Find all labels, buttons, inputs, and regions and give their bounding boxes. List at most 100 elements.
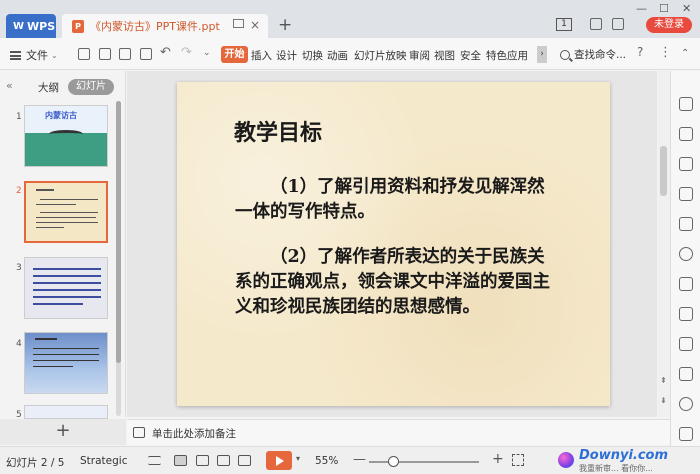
share-icon[interactable] xyxy=(679,307,693,321)
zoom-in-button[interactable]: + xyxy=(492,451,504,467)
watermark-subtext: 我重新审... 看你你... xyxy=(579,464,653,473)
zoom-level[interactable]: 55% xyxy=(315,455,338,467)
tab-start[interactable]: 开始 xyxy=(221,46,248,63)
slide-counter: 幻灯片 2 / 5 xyxy=(6,457,65,469)
slide-thumbnail-4[interactable] xyxy=(24,332,108,394)
thumbnail-scroll-thumb[interactable] xyxy=(116,101,121,363)
close-window-icon[interactable]: ✕ xyxy=(682,2,691,15)
bookmark-icon[interactable] xyxy=(679,427,693,441)
slide-thumbnail-2[interactable] xyxy=(24,181,108,243)
normal-view-icon[interactable] xyxy=(174,455,187,466)
slide-thumbnail-5[interactable] xyxy=(24,405,108,419)
window-count-badge[interactable]: 1 xyxy=(556,18,572,31)
thumb-number: 2 xyxy=(16,186,22,196)
tab-slideshow[interactable]: 幻灯片放映 xyxy=(354,48,407,63)
zoom-slider-handle[interactable] xyxy=(387,456,399,467)
wps-logo-icon: W xyxy=(13,20,25,32)
tab-outline[interactable]: 大纲 xyxy=(38,80,59,95)
slide-title[interactable]: 教学目标 xyxy=(234,115,322,147)
tab-animation[interactable]: 动画 xyxy=(327,48,348,63)
slides-panel: « 大纲 幻灯片 1 内蒙访古 2 3 4 5 xyxy=(0,71,126,420)
tab-insert[interactable]: 插入 xyxy=(251,48,272,63)
pin-icon[interactable] xyxy=(679,97,693,111)
tab-review[interactable]: 审阅 xyxy=(409,48,430,63)
ppt-file-icon: P xyxy=(72,19,84,33)
zoom-out-button[interactable]: — xyxy=(353,452,366,467)
file-menu-label: 文件 xyxy=(26,49,48,62)
fit-window-icon[interactable] xyxy=(512,454,524,466)
prev-slide-icon[interactable]: ⇞ xyxy=(660,376,667,385)
canvas-scrollbar[interactable]: ⇞ ⇟ xyxy=(658,71,670,417)
new-tab-button[interactable]: + xyxy=(278,15,292,35)
eagle-image xyxy=(49,130,83,138)
watermark: Downyi.com 我重新审... 看你你... xyxy=(555,446,700,474)
window-mode-icon[interactable] xyxy=(233,19,244,28)
wps-home-tab[interactable]: W WPS xyxy=(6,14,56,38)
login-button[interactable]: 未登录 xyxy=(646,17,692,33)
tab-design[interactable]: 设计 xyxy=(276,48,297,63)
next-slide-icon[interactable]: ⇟ xyxy=(660,396,667,405)
slide-paragraph-2: （2）了解作者所表达的关于民族关系的正确观点，领会课文中洋溢的爱国主义和珍视民族… xyxy=(235,247,550,317)
more-options-icon[interactable]: ⋮ xyxy=(659,45,672,60)
thumb-number: 3 xyxy=(16,263,22,273)
tab-transition[interactable]: 切换 xyxy=(302,48,323,63)
slide-canvas: 教学目标 （1）了解引用资料和抒发见解浑然一体的写作特点。 （2）了解作者所表达… xyxy=(127,71,657,417)
star-icon[interactable] xyxy=(679,247,693,261)
file-menu-button[interactable]: 文件 ⌄ xyxy=(10,47,58,63)
presenter-view-icon[interactable] xyxy=(238,455,251,466)
hamburger-icon xyxy=(10,50,21,60)
export-pdf-icon[interactable] xyxy=(99,48,111,60)
redo-icon[interactable]: ↷ xyxy=(181,45,192,60)
tab-security[interactable]: 安全 xyxy=(460,48,481,63)
close-tab-icon[interactable]: × xyxy=(250,18,260,32)
copy-style-icon[interactable] xyxy=(679,157,693,171)
tab-features[interactable]: 特色应用 xyxy=(486,48,528,63)
undo-icon[interactable]: ↶ xyxy=(160,45,171,60)
canvas-scroll-thumb[interactable] xyxy=(660,146,667,196)
save-icon[interactable] xyxy=(78,48,90,60)
speaker-icon[interactable] xyxy=(679,367,693,381)
document-title: 《内蒙访古》PPT课件.ppt xyxy=(90,20,220,33)
minimize-icon[interactable]: — xyxy=(636,2,647,15)
slide-thumbnail-3[interactable] xyxy=(24,257,108,319)
notes-bar[interactable]: 单击此处添加备注 xyxy=(127,419,670,445)
settings-sliders-icon[interactable] xyxy=(679,187,693,201)
notes-placeholder: 单击此处添加备注 xyxy=(152,428,236,440)
ribbon-scroll-button[interactable]: › xyxy=(537,46,547,63)
zoom-slider[interactable] xyxy=(369,461,479,463)
print-icon[interactable] xyxy=(119,48,131,60)
document-tab[interactable]: P 《内蒙访古》PPT课件.ppt × xyxy=(62,14,268,38)
watermark-logo xyxy=(558,452,574,468)
notes-icon xyxy=(133,427,145,438)
search-icon xyxy=(560,49,570,60)
archive-icon[interactable] xyxy=(679,277,693,291)
panel-tabs: « 大纲 幻灯片 xyxy=(0,71,126,99)
title-bar: W WPS P 《内蒙访古》PPT课件.ppt × + 1 未登录 — ☐ ✕ xyxy=(0,0,700,38)
shirt-icon[interactable] xyxy=(612,18,624,30)
slide-thumbnail-1[interactable]: 内蒙访古 xyxy=(24,105,108,167)
command-search[interactable]: 查找命令... xyxy=(560,47,626,62)
slide-sorter-icon[interactable] xyxy=(196,455,209,466)
help-icon[interactable]: ? xyxy=(637,45,643,59)
image-library-icon[interactable] xyxy=(679,217,693,231)
add-slide-button[interactable]: + xyxy=(0,419,126,445)
current-slide[interactable]: 教学目标 （1）了解引用资料和抒发见解浑然一体的写作特点。 （2）了解作者所表达… xyxy=(177,82,610,406)
object-properties-icon[interactable] xyxy=(679,127,693,141)
picture-icon[interactable] xyxy=(679,337,693,351)
ribbon: 文件 ⌄ ↶ ↷ ⌄ 开始 插入 设计 切换 动画 幻灯片放映 审阅 视图 安全… xyxy=(0,38,700,70)
play-slideshow-button[interactable] xyxy=(266,451,292,470)
watermark-brand: Downyi.com xyxy=(579,448,669,463)
maximize-icon[interactable]: ☐ xyxy=(659,2,669,15)
clock-icon[interactable] xyxy=(679,397,693,411)
quick-access-more-icon[interactable]: ⌄ xyxy=(203,48,211,58)
tab-slides[interactable]: 幻灯片 xyxy=(68,79,114,95)
collapse-panel-icon[interactable]: « xyxy=(6,79,13,92)
reading-view-icon[interactable] xyxy=(217,455,230,466)
print-preview-icon[interactable] xyxy=(140,48,152,60)
skin-icon[interactable] xyxy=(590,18,602,30)
slide-body[interactable]: （1）了解引用资料和抒发见解浑然一体的写作特点。 （2）了解作者所表达的关于民族… xyxy=(235,175,555,340)
tab-view[interactable]: 视图 xyxy=(434,48,455,63)
notes-toggle-icon[interactable] xyxy=(148,456,161,465)
collapse-ribbon-icon[interactable]: ⌃ xyxy=(681,48,689,59)
play-options-icon[interactable]: ▾ xyxy=(296,454,300,463)
